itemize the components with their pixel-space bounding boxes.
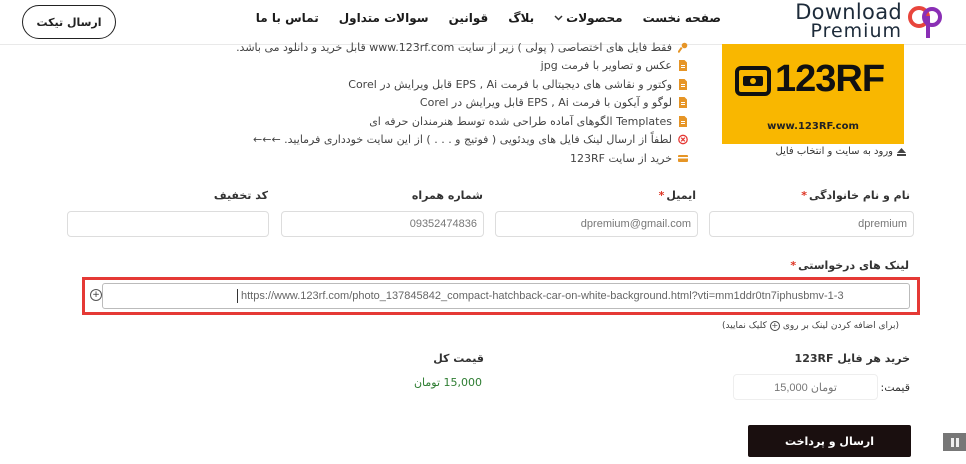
requested-links-label: لینک های درخواستی* bbox=[790, 259, 909, 272]
submit-pay-button[interactable]: ارسال و پرداخت bbox=[748, 425, 911, 457]
login-select-file-link[interactable]: ورود به سایت و انتخاب فایل bbox=[775, 146, 906, 157]
login-link-label: ورود به سایت و انتخاب فایل bbox=[775, 146, 893, 157]
nav-blog[interactable]: بلاگ bbox=[508, 11, 534, 25]
card-icon bbox=[678, 154, 688, 162]
file-icon bbox=[679, 115, 687, 127]
price-field: 15,000 تومان bbox=[733, 374, 878, 400]
price-label: قیمت: bbox=[880, 381, 910, 394]
nav-faq[interactable]: سوالات متداول bbox=[339, 11, 429, 25]
name-field[interactable]: dpremium bbox=[709, 211, 914, 237]
feature-text: Templates الگوهای آماده طراحی شده توسط ه… bbox=[369, 114, 672, 128]
name-label: نام و نام خانوادگی* bbox=[801, 189, 910, 202]
feature-item: خرید از سایت 123RF bbox=[218, 149, 688, 168]
promo-url: www.123RF.com bbox=[767, 121, 859, 132]
nav-products-label: محصولات bbox=[566, 11, 623, 25]
feature-item: فقط فایل های اختصاصی ( پولی ) زیر از سای… bbox=[218, 38, 688, 57]
link-value: https://www.123rf.com/photo_137845842_co… bbox=[241, 290, 844, 302]
nav-contact[interactable]: تماس با ما bbox=[256, 11, 319, 25]
feature-item: عکس و تصاویر با فرمت jpg bbox=[218, 57, 688, 76]
x-circle-icon bbox=[678, 134, 688, 145]
chevron-down-icon bbox=[554, 15, 563, 21]
123rf-brand-text: 123RF bbox=[775, 58, 885, 100]
add-link-hint: (برای اضافه کردن لینک بر روی + کلیک نمای… bbox=[722, 321, 899, 331]
feature-text: لوگو و آیکون با فرمت EPS , Ai قابل ویرای… bbox=[419, 96, 672, 110]
logo-line-2: Premium bbox=[810, 20, 902, 42]
text-cursor bbox=[237, 289, 238, 303]
eject-icon bbox=[897, 147, 906, 156]
key-icon bbox=[678, 42, 688, 53]
feature-text: وکتور و نقاشی های دیجیتالی با فرمت EPS ,… bbox=[348, 77, 672, 91]
send-ticket-button[interactable]: ارسال تیکت bbox=[22, 5, 116, 39]
feature-text: فقط فایل های اختصاصی ( پولی ) زیر از سای… bbox=[236, 40, 672, 54]
add-link-button[interactable]: + bbox=[90, 289, 102, 301]
feature-list: فقط فایل های اختصاصی ( پولی ) زیر از سای… bbox=[218, 38, 688, 168]
discount-field[interactable] bbox=[67, 211, 269, 237]
nav-products[interactable]: محصولات bbox=[554, 11, 623, 25]
main-nav: صفحه نخست محصولات بلاگ قوانین سوالات متد… bbox=[256, 0, 721, 36]
phone-label: شماره همراه bbox=[411, 189, 483, 202]
file-icon bbox=[679, 78, 687, 90]
feature-text: خرید از سایت 123RF bbox=[570, 151, 672, 165]
feature-item: لوگو و آیکون با فرمت EPS , Ai قابل ویرای… bbox=[218, 94, 688, 113]
per-file-label: خرید هر فایل 123RF bbox=[794, 352, 910, 365]
nav-rules[interactable]: قوانین bbox=[449, 11, 489, 25]
email-label: ایمیل* bbox=[658, 189, 696, 202]
nav-home[interactable]: صفحه نخست bbox=[643, 11, 721, 25]
link-input[interactable]: https://www.123rf.com/photo_137845842_co… bbox=[102, 283, 910, 309]
discount-label: کد تخفیف bbox=[213, 189, 268, 202]
total-label: قیمت کل bbox=[433, 352, 484, 365]
feature-text: لطفاً از ارسال لینک فایل های ویدئویی ( ف… bbox=[253, 133, 672, 147]
plus-circle-icon: + bbox=[769, 321, 780, 331]
total-value: 15,000 تومان bbox=[413, 376, 482, 389]
feature-item: Templates الگوهای آماده طراحی شده توسط ه… bbox=[218, 112, 688, 131]
file-icon bbox=[679, 60, 687, 72]
feature-item: لطفاً از ارسال لینک فایل های ویدئویی ( ف… bbox=[218, 131, 688, 150]
file-icon bbox=[679, 97, 687, 109]
phone-field[interactable]: 09352474836 bbox=[281, 211, 484, 237]
feature-text: عکس و تصاویر با فرمت jpg bbox=[540, 59, 672, 73]
site-logo[interactable]: Download Premium bbox=[787, 0, 942, 42]
email-field[interactable]: dpremium@gmail.com bbox=[495, 211, 698, 237]
feature-item: وکتور و نقاشی های دیجیتالی با فرمت EPS ,… bbox=[218, 75, 688, 94]
pause-icon[interactable] bbox=[943, 433, 966, 451]
logo-mark-icon bbox=[908, 6, 942, 38]
